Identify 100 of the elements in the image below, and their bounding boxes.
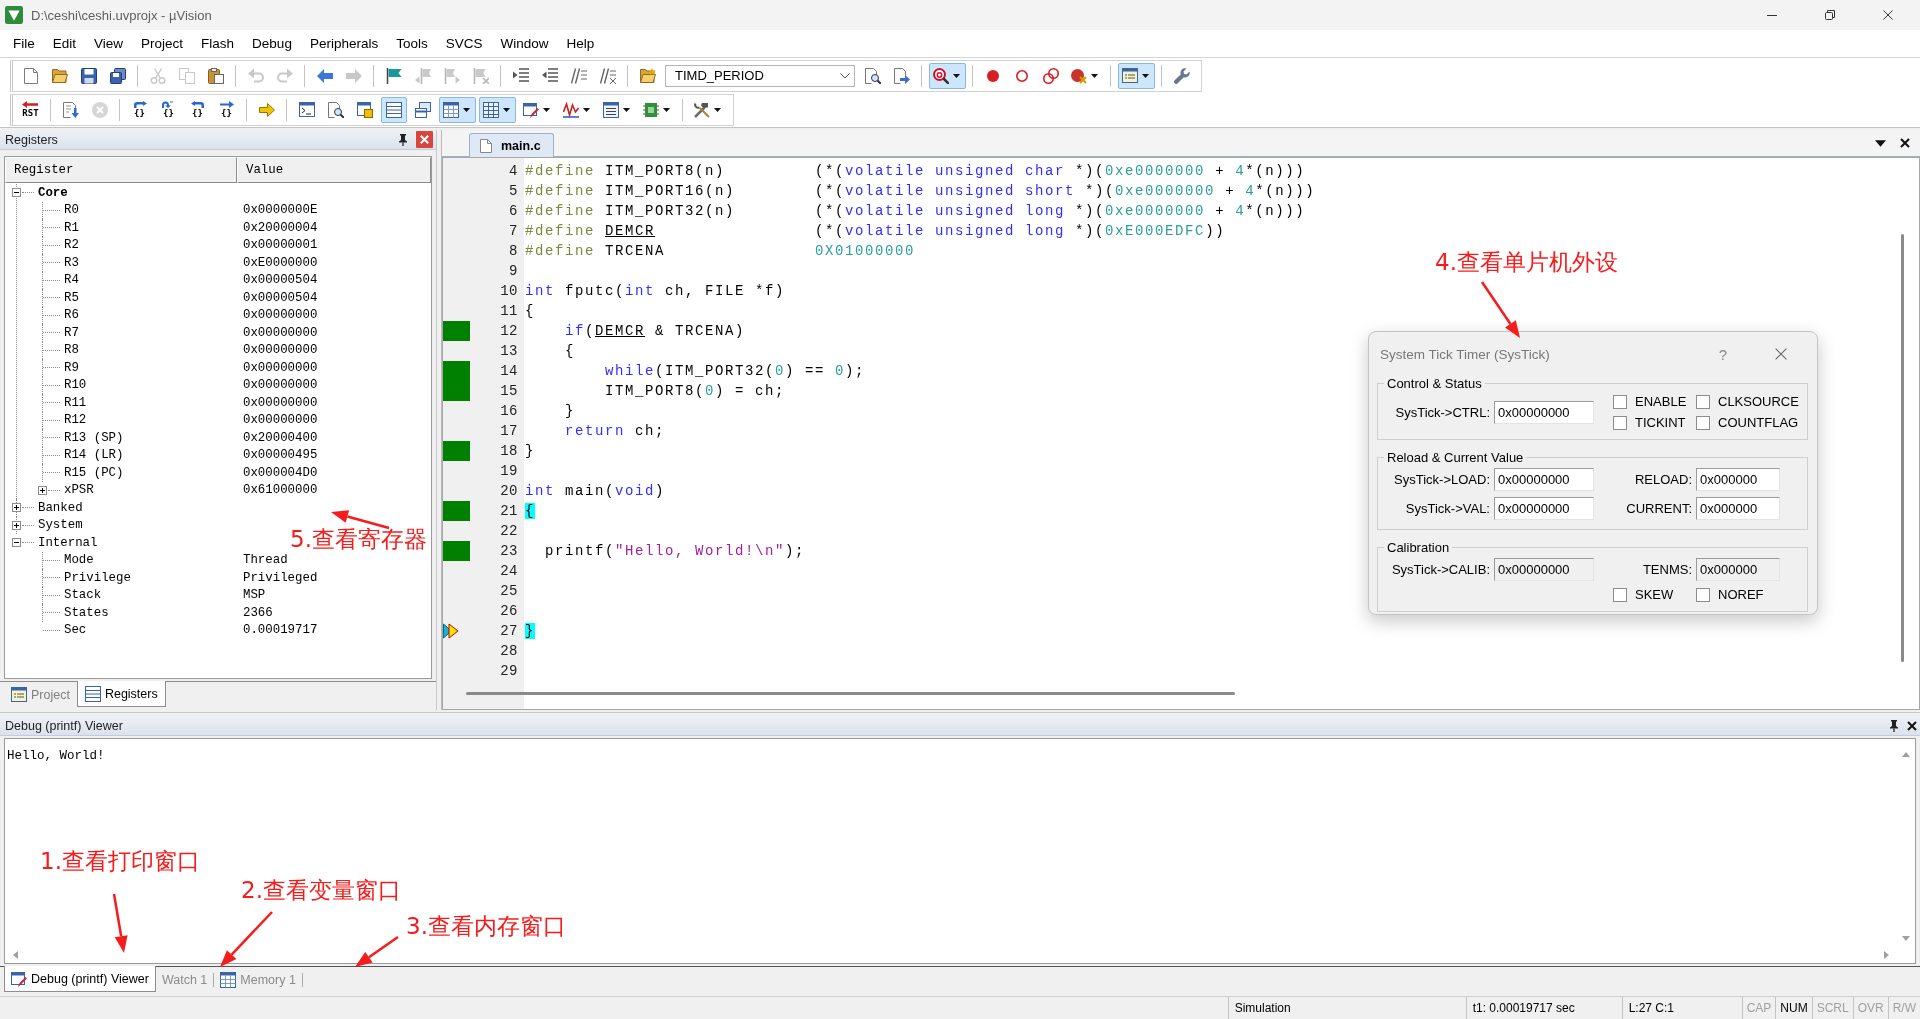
- toolbar-button[interactable]: {}: [184, 96, 211, 123]
- restore-icon[interactable]: [1825, 10, 1835, 20]
- panel-tab[interactable]: Project: [4, 682, 77, 707]
- menu-item[interactable]: Window: [491, 34, 558, 53]
- status-indicator: R/W: [1887, 997, 1920, 1019]
- line-number: 17: [499, 422, 518, 441]
- value-field[interactable]: 0x00000000: [1494, 497, 1594, 520]
- toolbar-button[interactable]: [438, 96, 476, 123]
- expand-icon[interactable]: [12, 503, 21, 513]
- tree-group-label[interactable]: Internal: [38, 535, 98, 550]
- toolbar-button[interactable]: RST: [17, 96, 44, 123]
- item-value: 0x00000504: [243, 290, 318, 305]
- dropdown-field[interactable]: TIMD_PERIOD: [665, 64, 855, 87]
- checkbox[interactable]: [1613, 415, 1627, 430]
- close-icon[interactable]: [1900, 138, 1910, 148]
- toolbar-button[interactable]: {}: [155, 96, 182, 123]
- tree-item-label[interactable]: R15 (PC): [64, 465, 124, 480]
- tree-item-label[interactable]: Mode: [64, 553, 94, 568]
- value-field[interactable]: 0x000000: [1696, 468, 1780, 491]
- collapse-icon[interactable]: [12, 188, 21, 198]
- scroll-left-icon[interactable]: [13, 951, 18, 959]
- menu-item[interactable]: Help: [557, 34, 604, 53]
- tree-item-label[interactable]: R13 (SP): [64, 430, 124, 445]
- slash-lines-icon: [570, 67, 587, 84]
- toolbar-button[interactable]: [380, 96, 407, 123]
- menu-item[interactable]: Debug: [243, 34, 301, 53]
- tree-item-label[interactable]: xPSR: [64, 483, 94, 498]
- tree-item-label[interactable]: R1: [64, 220, 79, 235]
- value-field[interactable]: 0x00000000: [1494, 400, 1594, 424]
- scroll-right-icon[interactable]: [1884, 951, 1889, 959]
- expand-icon[interactable]: [12, 520, 21, 530]
- tree-item-label[interactable]: R8: [64, 343, 79, 358]
- menu-item[interactable]: Tools: [387, 34, 437, 53]
- item-value: 0x20000004: [243, 220, 318, 235]
- annotation-text: 1.查看打印窗口: [40, 850, 200, 873]
- tree-item-label[interactable]: R2: [64, 238, 79, 253]
- pin-icon[interactable]: [398, 133, 408, 146]
- group-title: Control & Status: [1386, 376, 1483, 391]
- tree-group-label[interactable]: Banked: [38, 500, 83, 515]
- checkbox[interactable]: [1613, 587, 1627, 602]
- tree-item-label[interactable]: R5: [64, 290, 79, 305]
- menu-item[interactable]: Edit: [43, 34, 86, 53]
- tree-item-label[interactable]: R6: [64, 308, 79, 323]
- left-arrow-icon: [22, 101, 39, 108]
- toolbar-button[interactable]: [928, 62, 966, 89]
- expand-icon[interactable]: [38, 485, 47, 495]
- tree-item-label[interactable]: R9: [64, 360, 79, 375]
- tree-item-label[interactable]: R14 (LR): [64, 448, 124, 463]
- value-field[interactable]: 0x00000000: [1494, 468, 1594, 491]
- triangle-down-icon[interactable]: [1875, 139, 1886, 147]
- tree-item-label[interactable]: R10: [64, 378, 87, 393]
- toolbar-button[interactable]: {}: [213, 96, 240, 123]
- close-icon[interactable]: [1907, 720, 1917, 731]
- tree-item-label[interactable]: R12: [64, 413, 87, 428]
- curved-arrow-icon: [132, 101, 147, 108]
- panel-tab[interactable]: Registers: [76, 681, 166, 707]
- window-icon: [1121, 68, 1138, 83]
- menu-item[interactable]: Project: [132, 34, 193, 53]
- menu-item[interactable]: SVCS: [436, 34, 492, 53]
- tree-group-label[interactable]: System: [38, 518, 83, 533]
- toolbar-button[interactable]: [1117, 62, 1155, 89]
- checkbox[interactable]: [1696, 394, 1710, 409]
- menu-item[interactable]: Peripherals: [300, 34, 388, 53]
- checkbox[interactable]: [1696, 415, 1710, 430]
- tree-item-label[interactable]: Stack: [64, 588, 102, 603]
- menu-item[interactable]: File: [4, 34, 44, 53]
- minimize-icon[interactable]: [1767, 14, 1777, 16]
- code-line: while(ITM_PORT32(0) == 0);: [605, 363, 866, 379]
- scroll-down-icon[interactable]: [1902, 936, 1910, 941]
- tree-item-label[interactable]: Privilege: [64, 570, 131, 585]
- status-indicator: CAP: [1741, 997, 1776, 1019]
- panel-tab[interactable]: Debug (printf) Viewer: [4, 966, 156, 992]
- scrollbar-thumb[interactable]: [1901, 234, 1904, 662]
- tree-item-label[interactable]: R11: [64, 395, 87, 410]
- collapse-icon[interactable]: [12, 538, 21, 548]
- menu-item[interactable]: View: [85, 34, 133, 53]
- tree-group-label[interactable]: Core: [38, 185, 68, 200]
- pin-icon[interactable]: [1889, 719, 1899, 732]
- code-line: #define ITM_PORT16(n) (*(volatile unsigned short *)(0xe0000000 + 4*(n))): [525, 183, 1316, 199]
- checkbox[interactable]: [1613, 394, 1627, 409]
- tree-item-label[interactable]: R4: [64, 273, 79, 288]
- toolbar-button[interactable]: [478, 96, 516, 123]
- tree-item-label[interactable]: R3: [64, 255, 79, 270]
- console-window-icon: [298, 102, 315, 117]
- tree-item-label[interactable]: R7: [64, 325, 79, 340]
- scroll-up-icon[interactable]: [1902, 752, 1910, 757]
- tree-item-label[interactable]: Sec: [64, 623, 87, 638]
- close-icon[interactable]: [1883, 10, 1893, 20]
- column-header[interactable]: Value: [237, 157, 431, 183]
- curved-arrow-icon: [161, 101, 176, 108]
- scrollbar-thumb[interactable]: [466, 692, 1235, 695]
- column-header[interactable]: Register: [5, 157, 237, 183]
- tree-item-label[interactable]: R0: [64, 203, 79, 218]
- file-tab[interactable]: main.c: [469, 133, 554, 157]
- checkbox[interactable]: [1696, 587, 1710, 602]
- tree-item-label[interactable]: States: [64, 605, 109, 620]
- menu-item[interactable]: Flash: [192, 34, 244, 53]
- toolbar-button[interactable]: {}: [126, 96, 153, 123]
- wrench-icon: [1173, 67, 1190, 84]
- value-field[interactable]: 0x000000: [1696, 497, 1780, 520]
